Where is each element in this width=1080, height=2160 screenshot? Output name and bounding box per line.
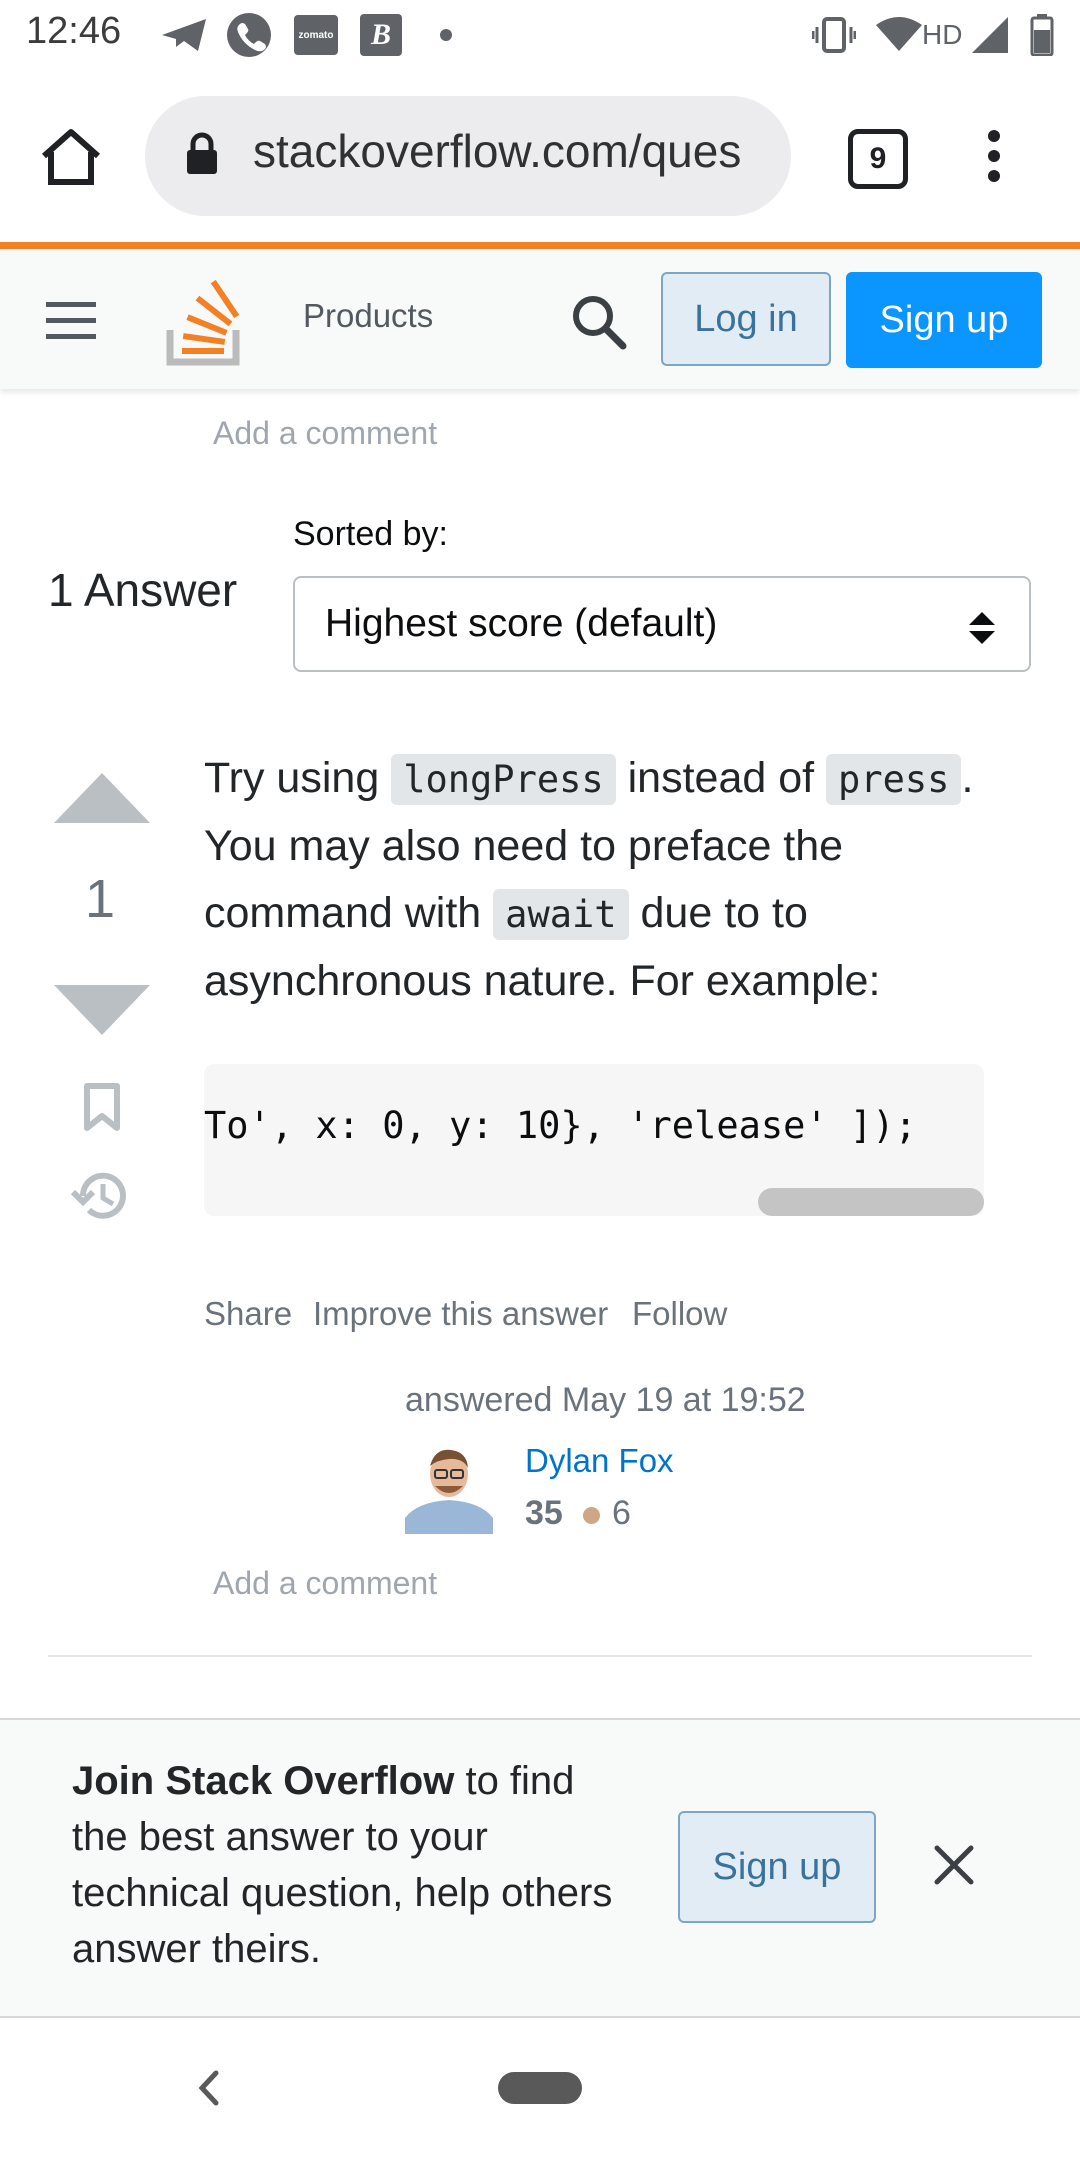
hd-label: HD — [922, 19, 963, 50]
select-arrows-icon — [969, 610, 995, 654]
battery-icon — [1030, 12, 1054, 58]
more-menu-icon[interactable] — [986, 130, 1002, 187]
url-text: stackoverflow.com/ques — [253, 125, 742, 177]
hamburger-icon[interactable] — [46, 302, 96, 345]
divider — [48, 1655, 1032, 1657]
downvote-icon[interactable] — [54, 985, 150, 1040]
tab-switcher-button[interactable]: 9 — [848, 129, 908, 189]
inline-code: await — [493, 889, 629, 940]
close-icon[interactable] — [934, 1845, 974, 1890]
telegram-icon — [160, 12, 208, 58]
header-accent-bar — [0, 242, 1080, 249]
back-icon[interactable] — [196, 2070, 220, 2111]
phone-icon — [226, 12, 272, 58]
share-link[interactable]: Share — [204, 1295, 292, 1333]
avatar[interactable] — [405, 1442, 493, 1534]
status-time: 12:46 — [26, 10, 122, 52]
address-bar[interactable]: stackoverflow.com/ques — [145, 96, 791, 216]
stackoverflow-logo-icon[interactable] — [166, 274, 244, 371]
add-comment-link[interactable]: Add a comment — [213, 415, 437, 452]
lock-icon — [185, 132, 219, 181]
user-reputation: 35 — [525, 1494, 563, 1532]
signup-button[interactable]: Sign up — [846, 272, 1042, 368]
vote-count: 1 — [84, 869, 116, 929]
vibrate-icon — [812, 12, 856, 58]
upvote-icon[interactable] — [54, 773, 150, 828]
zomato-icon: zomato — [294, 12, 338, 58]
code-text: To', x: 0, y: 10}, 'release' ]); — [204, 1104, 917, 1147]
sort-select[interactable]: Highest score (default) — [293, 576, 1031, 672]
history-icon[interactable] — [70, 1168, 131, 1229]
code-block[interactable]: To', x: 0, y: 10}, 'release' ]); — [204, 1064, 984, 1216]
join-banner-bold: Join Stack Overflow — [72, 1759, 455, 1803]
b-app-icon: B — [360, 12, 402, 58]
answers-count: 1 Answer — [48, 564, 238, 616]
home-icon[interactable] — [38, 126, 104, 193]
bronze-badge-icon — [583, 1507, 600, 1524]
wifi-icon — [876, 12, 922, 58]
sorted-by-label: Sorted by: — [293, 515, 448, 553]
bookmark-icon[interactable] — [83, 1082, 121, 1137]
answer-text: instead of — [615, 754, 827, 802]
sort-selected-value: Highest score (default) — [325, 602, 718, 645]
signal-icon — [970, 12, 1010, 58]
join-signup-button[interactable]: Sign up — [678, 1811, 876, 1923]
add-comment-link[interactable]: Add a comment — [213, 1565, 437, 1602]
follow-link[interactable]: Follow — [632, 1295, 727, 1333]
code-scrollbar[interactable] — [758, 1188, 984, 1216]
search-icon[interactable] — [571, 294, 627, 355]
answer-body: Try using longPress instead of press. Yo… — [204, 745, 1004, 1015]
bronze-badge-count: 6 — [612, 1494, 631, 1532]
user-name-link[interactable]: Dylan Fox — [525, 1442, 674, 1480]
inline-code: longPress — [391, 754, 616, 805]
answered-timestamp: answered May 19 at 19:52 — [405, 1381, 806, 1419]
dot-icon — [440, 12, 452, 58]
join-banner-text: Join Stack Overflow to find the best ans… — [72, 1753, 632, 1977]
answer-text: Try using — [204, 754, 392, 802]
home-pill[interactable] — [498, 2072, 582, 2104]
inline-code: press — [826, 754, 962, 805]
login-button[interactable]: Log in — [661, 272, 831, 366]
products-link[interactable]: Products — [303, 297, 433, 335]
improve-answer-link[interactable]: Improve this answer — [313, 1295, 608, 1333]
